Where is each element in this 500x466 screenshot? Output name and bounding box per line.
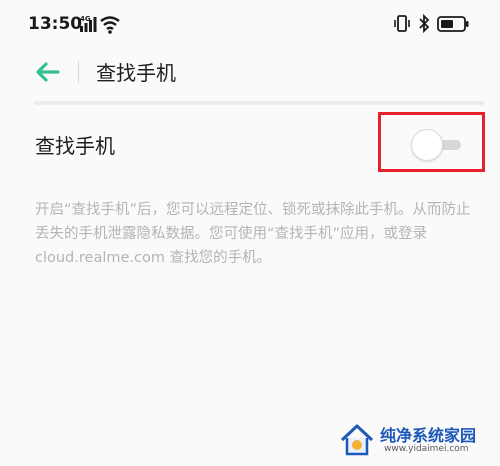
status-time: 13:50: [28, 14, 83, 34]
bluetooth-icon: [419, 13, 430, 34]
back-arrow-icon[interactable]: [34, 60, 62, 84]
watermark-title: 纯净系统家园: [380, 426, 477, 445]
header-divider: [78, 61, 79, 83]
find-phone-toggle-highlight[interactable]: [378, 112, 485, 172]
status-right-icons: [394, 13, 469, 34]
find-phone-setting-row[interactable]: 查找手机: [0, 112, 500, 176]
status-bar: 13:50 4G: [0, 0, 500, 52]
watermark-url: www.yidaimei.com: [384, 444, 469, 454]
section-divider: [34, 101, 484, 105]
app-header: 查找手机: [0, 52, 500, 96]
wifi-icon: [100, 16, 120, 34]
site-watermark: 纯净系统家园 www.yidaimei.com: [332, 420, 492, 460]
vibrate-icon: [394, 15, 410, 32]
find-phone-description: 开启“查找手机”后，您可以远程定位、锁死或抹除此手机。从而防止丢失的手机泄露隐私…: [35, 202, 471, 266]
battery-icon: [437, 16, 469, 32]
toggle-knob[interactable]: [411, 129, 443, 161]
page-title: 查找手机: [96, 61, 176, 85]
house-logo-icon: [340, 424, 374, 456]
find-phone-label: 查找手机: [35, 134, 115, 158]
signal-icon: 4G: [80, 15, 120, 34]
